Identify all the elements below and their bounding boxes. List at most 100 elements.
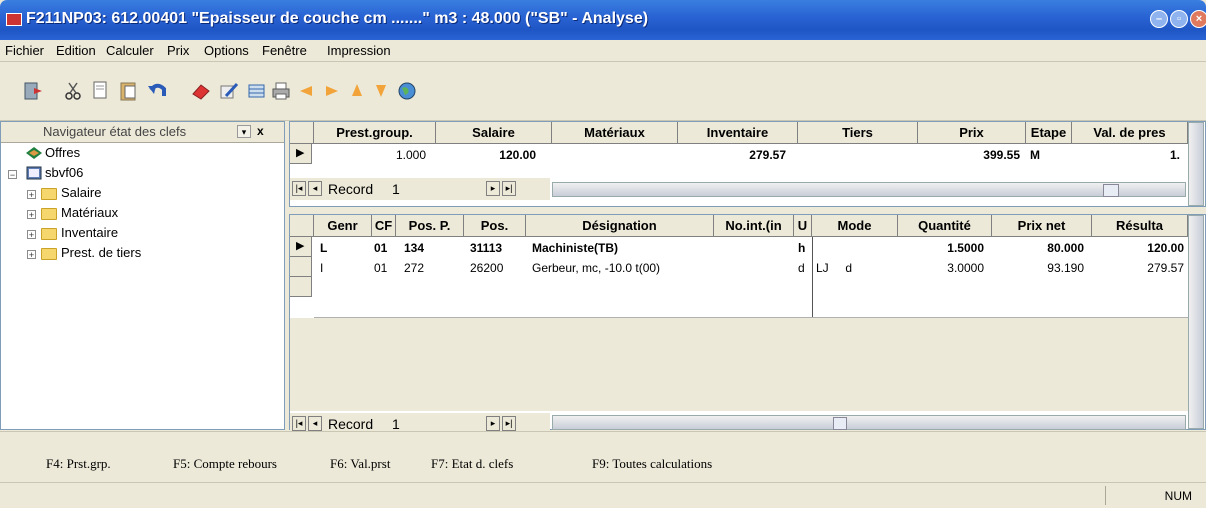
menu-prix[interactable]: Prix — [167, 43, 189, 58]
column-header[interactable]: Pos. — [464, 215, 526, 237]
cell-quantite[interactable]: 1.5000 — [900, 240, 984, 256]
tree-item-salaire[interactable]: Salaire — [61, 185, 101, 200]
collapse-icon[interactable]: − — [8, 170, 17, 180]
cell-genr[interactable]: I — [320, 260, 323, 276]
column-header[interactable]: Salaire — [436, 122, 552, 144]
prev-record-button[interactable]: ◂ — [308, 181, 322, 196]
row-indicator[interactable] — [290, 257, 312, 277]
expand-icon[interactable]: + — [27, 230, 36, 240]
maximize-button[interactable]: ▫ — [1170, 10, 1188, 28]
navigator-dropdown-button[interactable]: ▾ — [237, 125, 251, 138]
column-header[interactable]: CF — [372, 215, 396, 237]
menu-calculer[interactable]: Calculer — [106, 43, 154, 58]
menu-fichier[interactable]: Fichier — [5, 43, 44, 58]
vertical-scrollbar[interactable] — [1188, 215, 1204, 429]
cell-prix-net[interactable]: 93.190 — [994, 260, 1084, 276]
column-header[interactable]: No.int.(in — [714, 215, 794, 237]
copy-icon[interactable] — [90, 80, 112, 102]
column-header[interactable]: Tiers — [798, 122, 918, 144]
edit-icon[interactable] — [218, 80, 240, 102]
cell-mode[interactable]: LJ d — [816, 260, 852, 276]
f6-key-hint[interactable]: F6: Val.prst — [330, 456, 390, 472]
arrow-up-icon[interactable] — [346, 80, 368, 102]
cell-quantite[interactable]: 3.0000 — [900, 260, 984, 276]
tree-item-prest-tiers[interactable]: Prest. de tiers — [61, 245, 141, 260]
f4-key-hint[interactable]: F4: Prst.grp. — [46, 456, 111, 472]
cell-prix[interactable]: 399.55 — [920, 147, 1020, 163]
column-header[interactable]: Mode — [812, 215, 898, 237]
current-row-indicator[interactable]: ▶ — [290, 237, 312, 257]
menu-options[interactable]: Options — [204, 43, 249, 58]
table-icon[interactable] — [246, 80, 268, 102]
minimize-button[interactable]: – — [1150, 10, 1168, 28]
column-header[interactable]: Matériaux — [552, 122, 678, 144]
scroll-thumb[interactable] — [833, 417, 847, 430]
column-header[interactable]: Val. de pres — [1072, 122, 1188, 144]
globe-icon[interactable] — [396, 80, 418, 102]
cell-pos[interactable]: 31113 — [470, 240, 502, 256]
eraser-icon[interactable] — [190, 80, 212, 102]
tree-item-materiaux[interactable]: Matériaux — [61, 205, 118, 220]
current-row-indicator[interactable]: ▶ — [290, 144, 312, 164]
menu-impression[interactable]: Impression — [327, 43, 391, 58]
cell-pos-p[interactable]: 134 — [404, 240, 424, 256]
expand-icon[interactable]: + — [27, 190, 36, 200]
print-icon[interactable] — [270, 80, 292, 102]
column-header[interactable]: Prix net — [992, 215, 1092, 237]
column-header[interactable]: Genr — [314, 215, 372, 237]
arrow-right-icon[interactable] — [320, 80, 342, 102]
column-header[interactable]: Prest.group. — [314, 122, 436, 144]
cell-designation[interactable]: Machiniste(TB) — [532, 240, 618, 256]
app-icon[interactable] — [6, 13, 22, 26]
cell-genr[interactable]: L — [320, 240, 327, 256]
column-header[interactable]: Quantité — [898, 215, 992, 237]
cell-inventaire[interactable]: 279.57 — [690, 147, 786, 163]
column-header[interactable]: Prix — [918, 122, 1026, 144]
last-record-button[interactable]: ▸| — [502, 416, 516, 431]
cell-prest-group[interactable]: 1.000 — [330, 147, 426, 163]
cell-prix-net[interactable]: 80.000 — [994, 240, 1084, 256]
menu-fenetre[interactable]: Fenêtre — [262, 43, 307, 58]
cell-val-pres[interactable]: 1. — [1090, 147, 1180, 163]
record-number[interactable]: 1 — [392, 181, 400, 197]
cell-cf[interactable]: 01 — [374, 260, 387, 276]
cell-unit[interactable]: h — [798, 240, 805, 256]
expand-icon[interactable]: + — [27, 250, 36, 260]
cell-pos-p[interactable]: 272 — [404, 260, 424, 276]
arrow-down-icon[interactable] — [370, 80, 392, 102]
next-record-button[interactable]: ▸ — [486, 416, 500, 431]
menu-edition[interactable]: Edition — [56, 43, 96, 58]
column-header[interactable]: Désignation — [526, 215, 714, 237]
next-record-button[interactable]: ▸ — [486, 181, 500, 196]
column-header[interactable]: Inventaire — [678, 122, 798, 144]
navigator-close-button[interactable]: x — [257, 124, 264, 138]
cell-resultat[interactable]: 279.57 — [1094, 260, 1184, 276]
scroll-thumb[interactable] — [1103, 184, 1119, 197]
horizontal-scrollbar[interactable] — [552, 415, 1186, 430]
cell-salaire[interactable]: 120.00 — [450, 147, 536, 163]
prev-record-button[interactable]: ◂ — [308, 416, 322, 431]
column-header[interactable]: Résulta — [1092, 215, 1188, 237]
cell-resultat[interactable]: 120.00 — [1094, 240, 1184, 256]
cell-cf[interactable]: 01 — [374, 240, 387, 256]
f9-key-hint[interactable]: F9: Toutes calculations — [592, 456, 712, 472]
cell-unit[interactable]: d — [798, 260, 805, 276]
column-header[interactable]: Pos. P. — [396, 215, 464, 237]
arrow-left-icon[interactable] — [296, 80, 318, 102]
close-button[interactable]: × — [1190, 10, 1206, 28]
record-number[interactable]: 1 — [392, 416, 400, 432]
exit-icon[interactable] — [22, 80, 44, 102]
last-record-button[interactable]: ▸| — [502, 181, 516, 196]
f5-key-hint[interactable]: F5: Compte rebours — [173, 456, 277, 472]
cell-designation[interactable]: Gerbeur, mc, -10.0 t(00) — [532, 260, 660, 276]
column-header[interactable]: U — [794, 215, 812, 237]
horizontal-scrollbar[interactable] — [552, 182, 1186, 197]
cell-etape[interactable]: M — [1030, 147, 1040, 163]
column-header[interactable]: Etape — [1026, 122, 1072, 144]
cell-pos[interactable]: 26200 — [470, 260, 503, 276]
f7-key-hint[interactable]: F7: Etat d. clefs — [431, 456, 513, 472]
paste-icon[interactable] — [118, 80, 140, 102]
undo-icon[interactable] — [146, 80, 168, 102]
first-record-button[interactable]: |◂ — [292, 416, 306, 431]
vertical-scrollbar[interactable] — [1188, 122, 1204, 206]
